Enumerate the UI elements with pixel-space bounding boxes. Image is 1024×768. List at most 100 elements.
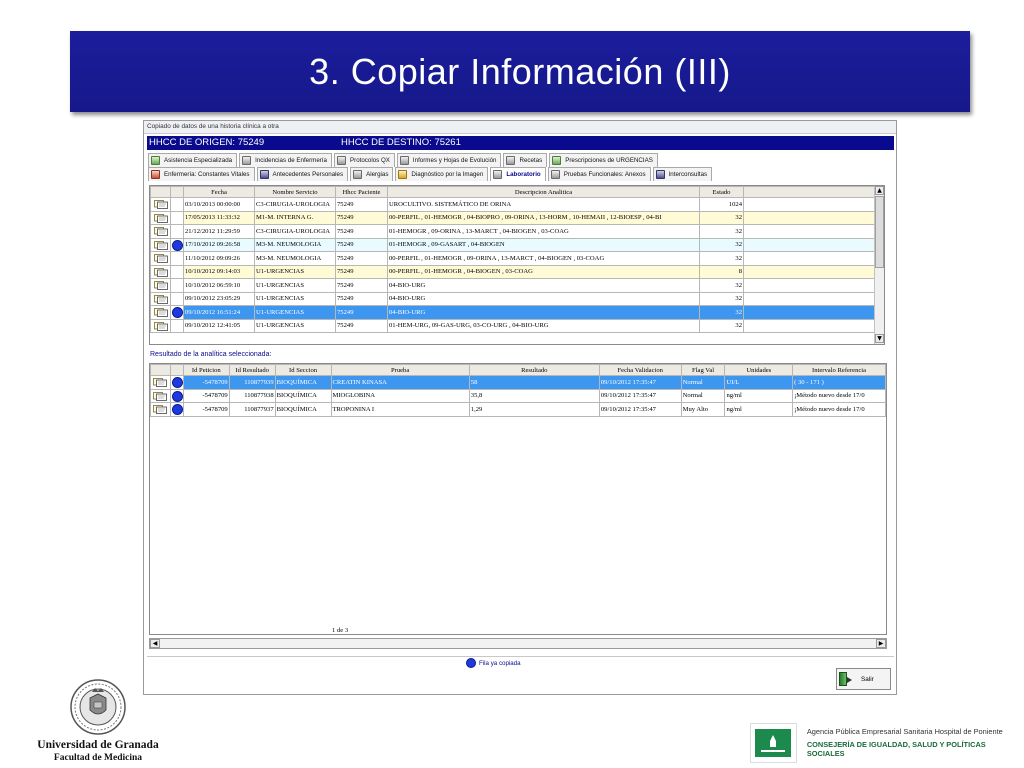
exit-door-icon [839, 672, 852, 686]
scroll-left-arrow-icon[interactable]: ◀ [150, 639, 160, 648]
copied-cell [169, 402, 184, 417]
copy-row-icon[interactable] [153, 267, 168, 277]
cell-resultado: 35,8 [468, 388, 600, 403]
copy-row-icon[interactable] [153, 308, 168, 318]
cell-filler [743, 237, 884, 252]
copy-row-icon[interactable] [153, 281, 168, 291]
cell-intervalo: ¡Método nuevo desde 17/0 [792, 402, 886, 417]
copy-row-icon[interactable] [153, 405, 168, 415]
results-header-id-seccion: Id Seccion [274, 364, 332, 376]
analytics-header-servicio: Nombre Servicio [254, 186, 336, 198]
copy-row-icon[interactable] [153, 240, 168, 250]
results-header-id-resultado: Id Resultado [228, 364, 276, 376]
analytics-row[interactable]: 17/10/2012 09:26:58 M3-M. NEUMOLOGIA 75249… [150, 237, 884, 252]
cell-fecha: 09/10/2012 12:41:05 [183, 318, 255, 333]
row-select-cell[interactable] [150, 251, 171, 266]
cell-hhcc: 75249 [335, 237, 388, 252]
copy-row-icon[interactable] [153, 213, 168, 223]
row-select-cell[interactable] [150, 237, 171, 252]
cell-servicio: C3-CIRUGIA-UROLOGIA [254, 224, 336, 239]
tab-incidencias-de-enfermeria[interactable]: Incidencias de Enfermería [239, 153, 332, 167]
tab-alergias[interactable]: Alergias [350, 167, 394, 181]
tab-pruebas-funcionales-anexos[interactable]: Pruebas Funcionales: Anexos [547, 167, 651, 181]
cell-prueba: CREATIN KINASA [330, 375, 470, 390]
copy-row-icon[interactable] [153, 227, 168, 237]
results-row[interactable]: -5478709 110877939 BIOQUÍMICA CREATIN KINAS… [150, 375, 886, 390]
copy-row-icon[interactable] [153, 294, 168, 304]
analytics-header-select [150, 186, 171, 198]
cell-resultado: 1,29 [468, 402, 600, 417]
analytics-row[interactable]: 03/10/2013 00:00:00 C3-CIRUGIA-UROLOGIA 75… [150, 197, 884, 212]
row-select-cell[interactable] [150, 264, 171, 279]
results-label: Resultado de la analítica seleccionada: [150, 351, 272, 358]
copy-row-icon[interactable] [153, 378, 168, 388]
divider [147, 656, 894, 657]
cell-filler [743, 278, 884, 293]
row-select-cell[interactable] [150, 388, 171, 403]
scroll-up-arrow-icon[interactable]: ▲ [875, 186, 884, 195]
row-select-cell[interactable] [150, 210, 171, 225]
tab-protocolos-qx[interactable]: Protocolos QX [334, 153, 395, 167]
row-select-cell[interactable] [150, 375, 171, 390]
diagnostico-por-la-imagen-tab-icon [398, 170, 408, 179]
tab-diagnostico-por-la-imagen[interactable]: Diagnóstico por la Imagen [395, 167, 489, 181]
row-select-cell[interactable] [150, 278, 171, 293]
legend: Fila ya copiada [466, 658, 521, 668]
copy-row-icon[interactable] [153, 391, 168, 401]
analytics-row[interactable]: 09/10/2012 16:51:24 U1-URGENCIAS 75249 04-B… [150, 305, 884, 320]
analytics-row[interactable]: 09/10/2012 23:05:29 U1-URGENCIAS 75249 04-B… [150, 291, 884, 306]
analytics-row[interactable]: 17/05/2013 11:33:32 M1-M. INTERNA G. 75249… [150, 210, 884, 225]
cell-descripcion: 01-HEMOGR , 09-ORINA , 13-MARCT , 04-BIO… [387, 224, 700, 239]
cell-peticion: -5478709 [182, 388, 230, 403]
results-hscroll[interactable]: ◀ ▶ [149, 638, 887, 649]
tab-interconsultas[interactable]: Interconsultas [652, 167, 713, 181]
tab-asistencia-especializada[interactable]: Asistencia Especializada [148, 153, 238, 167]
analytics-row[interactable]: 10/10/2012 09:14:03 U1-URGENCIAS 75249 00-P… [150, 264, 884, 279]
tab-prescripciones-de-urgencias[interactable]: Prescripciones de URGENCIAS [549, 153, 658, 167]
analytics-row[interactable]: 10/10/2012 06:59:10 U1-URGENCIAS 75249 04-B… [150, 278, 884, 293]
tab-enfermeria-constantes-vitales[interactable]: Enfermería: Constantes Vitales [148, 167, 255, 181]
analytics-row[interactable]: 09/10/2012 12:41:05 U1-URGENCIAS 75249 01-H… [150, 318, 884, 333]
junta-andalucia-logo-icon [750, 722, 797, 763]
analytics-row[interactable]: 11/10/2012 09:09:26 M3-M. NEUMOLOGIA 75249… [150, 251, 884, 266]
copied-cell [170, 291, 184, 306]
tab-label: Recetas [519, 157, 543, 164]
analytics-header-copied [170, 186, 184, 198]
results-header-id-peticion: Id Peticion [182, 364, 230, 376]
scroll-down-arrow-icon[interactable]: ▼ [875, 334, 884, 343]
tab-recetas[interactable]: Recetas [503, 153, 548, 167]
faculty-name: Facultad de Medicina [53, 753, 143, 763]
tab-antecedentes-personales[interactable]: Antecedentes Personales [256, 167, 349, 181]
informes-y-hojas-de-evolucion-tab-icon [399, 156, 409, 165]
row-select-cell[interactable] [150, 224, 171, 239]
scroll-right-arrow-icon[interactable]: ▶ [876, 639, 886, 648]
slide-title-band: 3. Copiar Información (III) [70, 31, 970, 112]
results-row[interactable]: -5478709 110877938 BIOQUÍMICA MIOGLOBINA 35,… [150, 388, 886, 403]
analytics-row[interactable]: 21/12/2012 11:29:59 C3-CIRUGIA-UROLOGIA 75… [150, 224, 884, 239]
exit-button[interactable]: Salir [836, 668, 891, 690]
tab-row-2: Enfermería: Constantes Vitales Antecedent… [148, 167, 714, 181]
analytics-table: Fecha Nombre Servicio Hhcc Paciente Descrip… [150, 186, 884, 333]
results-row[interactable]: -5478709 110877937 BIOQUÍMICA TROPONINA I 1,… [150, 402, 886, 417]
cell-estado: 8 [699, 264, 744, 279]
row-select-cell[interactable] [150, 318, 171, 333]
row-select-cell[interactable] [150, 305, 171, 320]
tab-label: Enfermería: Constantes Vitales [164, 171, 250, 178]
cell-hhcc: 75249 [335, 318, 388, 333]
cell-flag: Muy Alto [680, 402, 726, 417]
row-select-cell[interactable] [150, 291, 171, 306]
row-select-cell[interactable] [150, 402, 171, 417]
cell-hhcc: 75249 [335, 278, 388, 293]
scroll-thumb[interactable] [875, 196, 884, 268]
row-select-cell[interactable] [150, 197, 171, 212]
alergias-tab-icon [353, 170, 363, 179]
copy-row-icon[interactable] [153, 254, 168, 264]
cell-estado: 32 [699, 224, 744, 239]
copy-row-icon[interactable] [153, 200, 168, 210]
tab-laboratorio[interactable]: Laboratorio [490, 167, 546, 181]
tab-label: Interconsultas [668, 171, 708, 178]
tab-informes-y-hojas-de-evolucion[interactable]: Informes y Hojas de Evolución [396, 153, 502, 167]
pager: 1 de 3 [332, 627, 349, 634]
copy-row-icon[interactable] [153, 321, 168, 331]
analytics-vscroll[interactable]: ▲ ▼ [874, 186, 884, 344]
